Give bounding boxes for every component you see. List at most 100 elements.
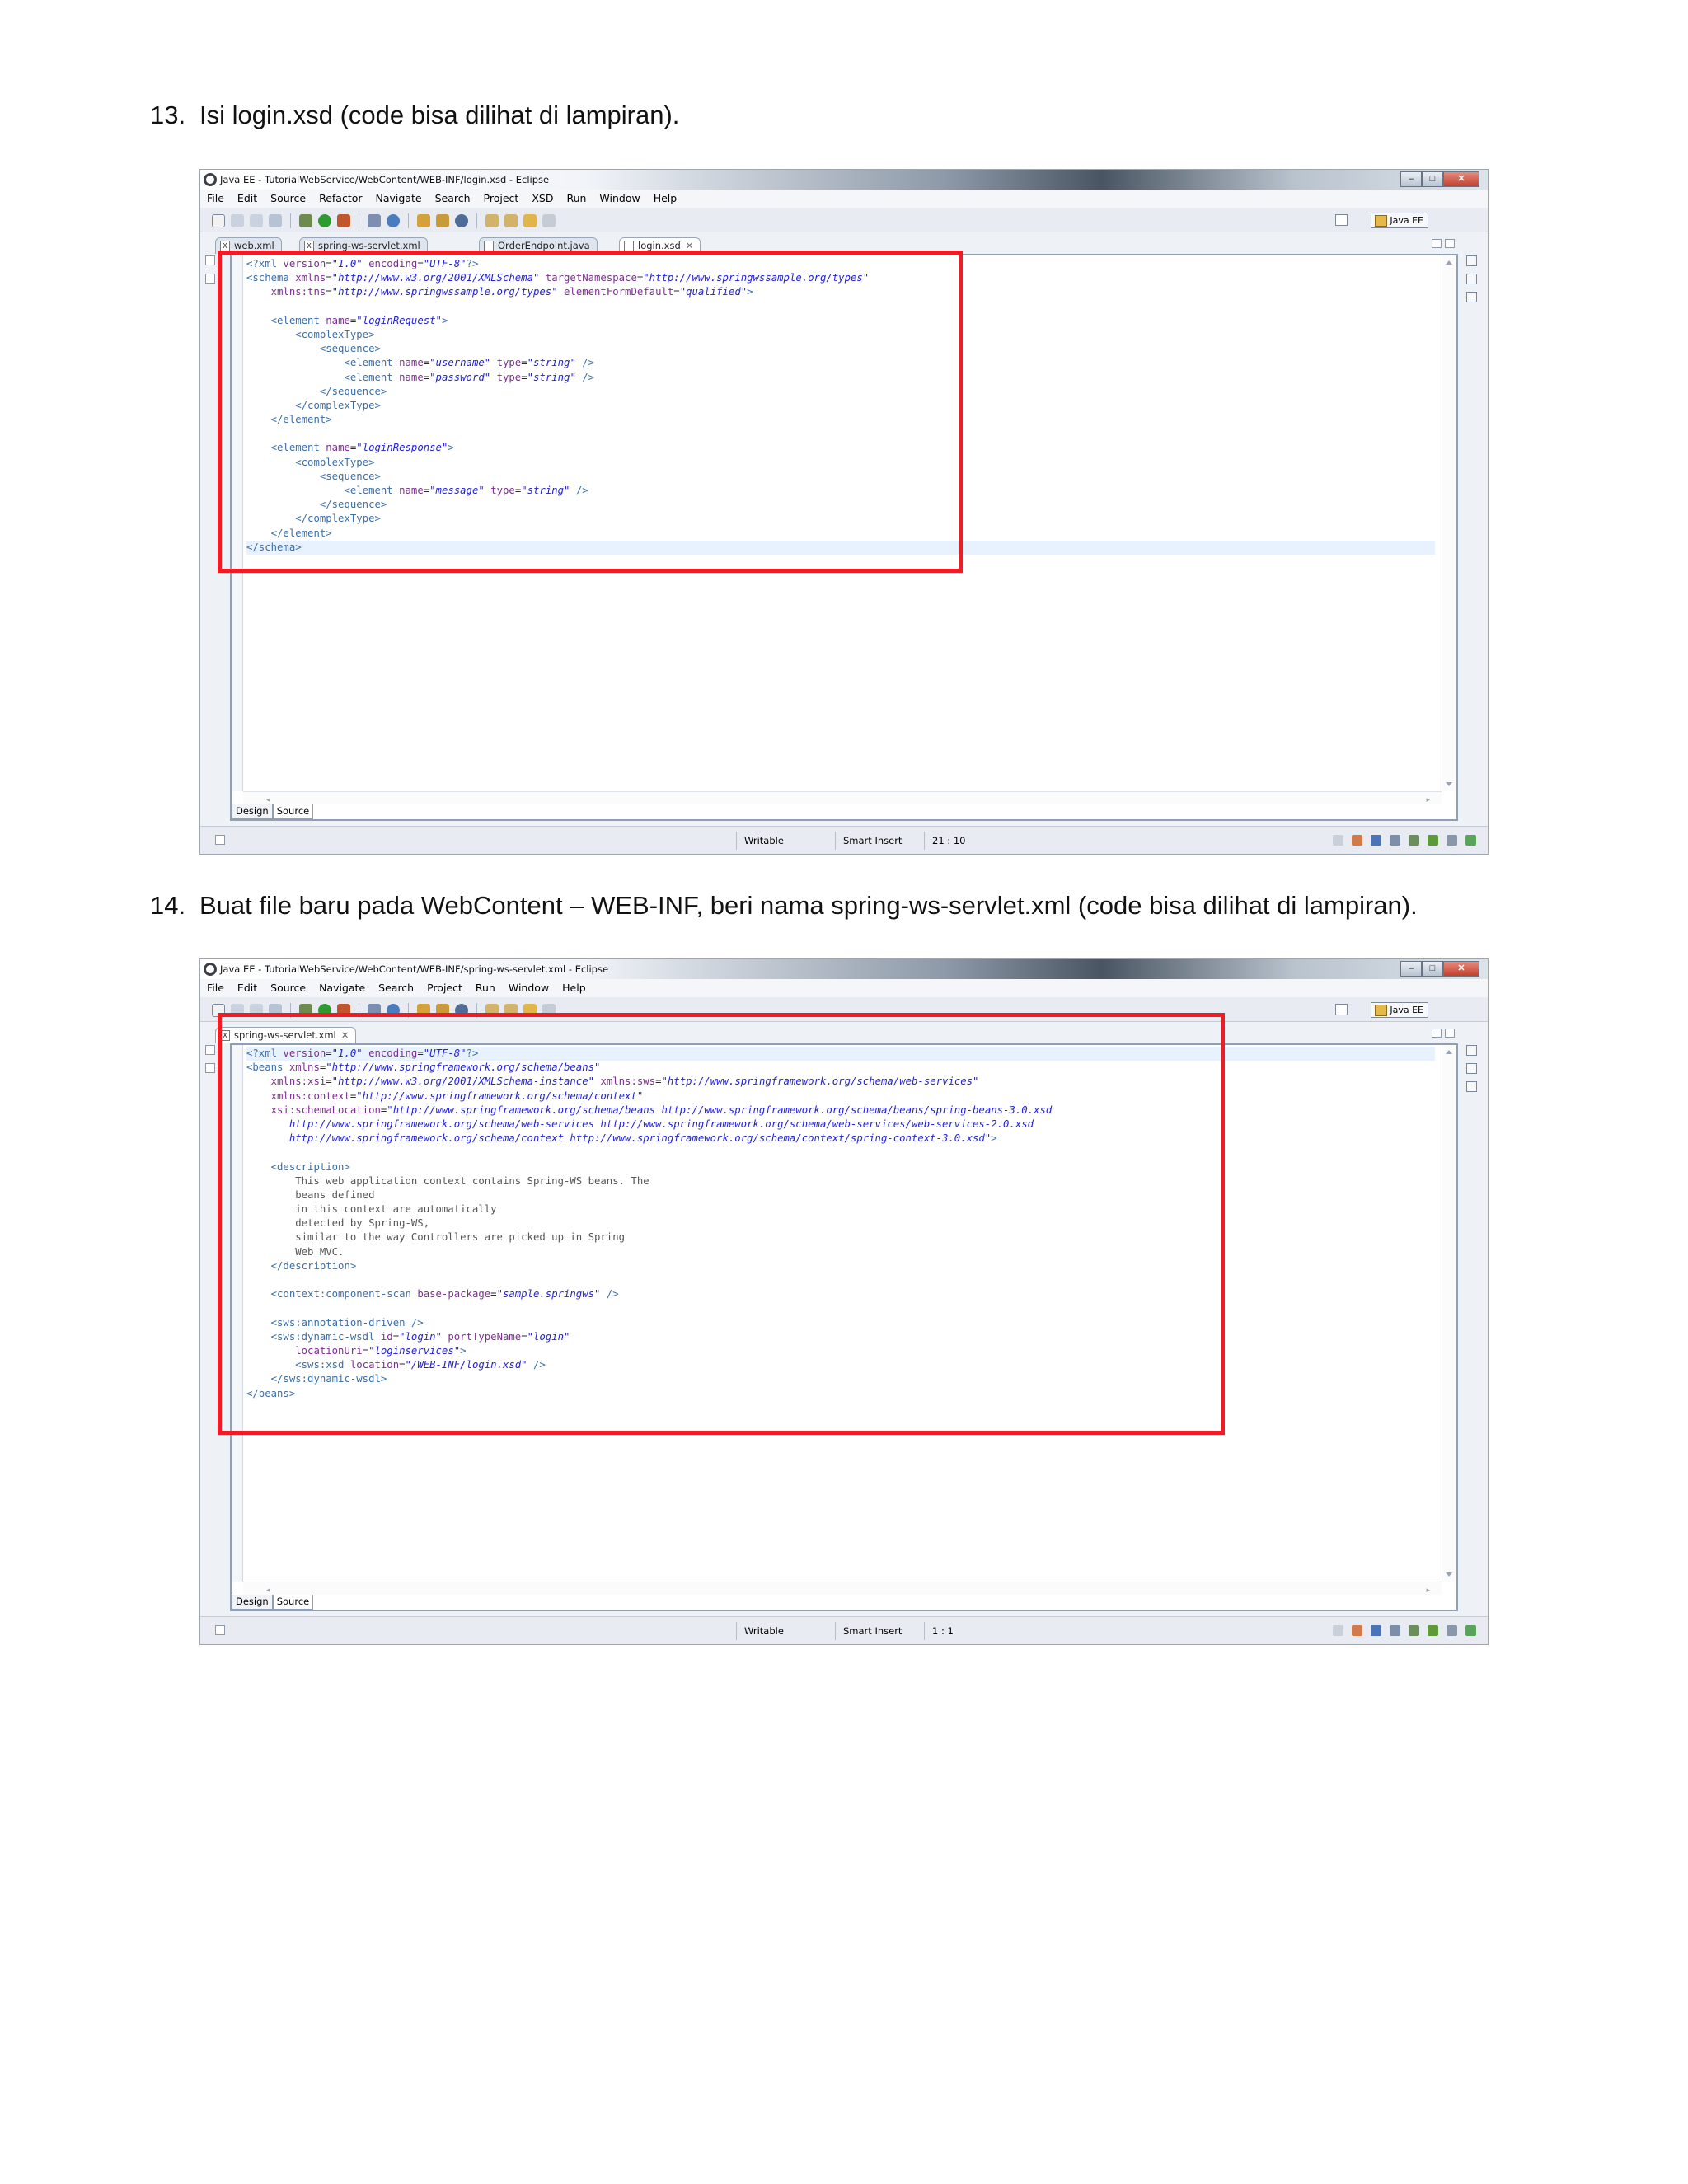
new-server-icon[interactable]	[368, 214, 381, 227]
task-list-icon[interactable]	[1352, 835, 1362, 846]
menu-navigate[interactable]: Navigate	[369, 190, 429, 208]
vertical-scrollbar[interactable]	[1442, 1045, 1456, 1582]
eclipse-logo-icon	[204, 173, 217, 186]
minimize-editor-icon[interactable]	[1432, 239, 1442, 248]
cursor-position: 1 : 1	[932, 1625, 954, 1637]
new-icon[interactable]	[212, 214, 225, 227]
next-annotation-icon[interactable]	[485, 214, 499, 227]
task-list-icon[interactable]	[1352, 1625, 1362, 1636]
window-title: Java EE - TutorialWebService/WebContent/…	[220, 963, 609, 975]
perspective-java-ee[interactable]: Java EE	[1371, 213, 1428, 228]
servers-icon[interactable]	[1409, 1625, 1419, 1636]
tab-source[interactable]: Source	[272, 804, 314, 819]
menu-file[interactable]: File	[200, 190, 231, 208]
console-icon[interactable]	[1390, 1625, 1400, 1636]
console-icon[interactable]	[1390, 835, 1400, 846]
minimize-button[interactable]: –	[1400, 171, 1422, 187]
open-perspective-icon[interactable]	[1335, 1004, 1348, 1015]
menu-source[interactable]: Source	[264, 190, 312, 208]
menu-navigate[interactable]: Navigate	[312, 979, 372, 997]
restore-icon[interactable]	[1333, 835, 1343, 846]
menu-run[interactable]: Run	[560, 190, 593, 208]
perspective-java-ee[interactable]: Java EE	[1371, 1002, 1428, 1018]
close-tab-icon[interactable]: ✕	[686, 240, 694, 251]
close-button[interactable]: ✕	[1443, 961, 1479, 977]
insert-mode-status: Smart Insert	[843, 1625, 903, 1637]
menu-project[interactable]: Project	[420, 979, 469, 997]
prev-annotation-icon[interactable]	[504, 214, 518, 227]
menu-run[interactable]: Run	[469, 979, 502, 997]
step-14-instruction: 14. Buat file baru pada WebContent – WEB-…	[150, 891, 1418, 921]
restore-view-icon[interactable]	[1466, 1045, 1477, 1056]
maximize-editor-icon[interactable]	[1445, 239, 1455, 248]
menu-project[interactable]: Project	[477, 190, 526, 208]
fast-view-icon[interactable]	[215, 1625, 225, 1635]
globe-icon[interactable]	[455, 214, 468, 227]
menu-edit[interactable]: Edit	[231, 190, 264, 208]
step-text: Buat file baru pada WebContent – WEB-INF…	[199, 891, 1418, 920]
menu-window[interactable]: Window	[593, 190, 646, 208]
properties-icon[interactable]	[1466, 1081, 1477, 1092]
package-explorer-icon[interactable]	[205, 1063, 215, 1073]
menu-search[interactable]: Search	[429, 190, 477, 208]
menu-file[interactable]: File	[200, 979, 231, 997]
servers-icon[interactable]	[1409, 835, 1419, 846]
menu-help[interactable]: Help	[556, 979, 593, 997]
outline-icon[interactable]	[1466, 274, 1477, 284]
minimize-editor-icon[interactable]	[1432, 1029, 1442, 1038]
debug-icon[interactable]	[299, 214, 312, 227]
print-icon[interactable]	[269, 214, 282, 227]
minimize-button[interactable]: –	[1400, 961, 1422, 977]
external-tools-icon[interactable]	[337, 214, 350, 227]
maximize-button[interactable]: □	[1422, 961, 1443, 977]
maximize-editor-icon[interactable]	[1445, 1029, 1455, 1038]
progress-icon[interactable]	[1465, 1625, 1476, 1636]
data-source-icon[interactable]	[1428, 835, 1438, 846]
close-button[interactable]: ✕	[1443, 171, 1479, 187]
menu-edit[interactable]: Edit	[231, 979, 264, 997]
title-bar: Java EE - TutorialWebService/WebContent/…	[200, 959, 1488, 979]
menu-source[interactable]: Source	[264, 979, 312, 997]
snippets-icon[interactable]	[1447, 1625, 1457, 1636]
search-icon[interactable]	[436, 214, 449, 227]
status-tray	[1333, 835, 1476, 846]
fast-view-icon[interactable]	[215, 835, 225, 845]
cursor-position: 21 : 10	[932, 835, 966, 846]
properties-icon[interactable]	[1466, 292, 1477, 302]
restore-view-icon[interactable]	[205, 1045, 215, 1055]
vertical-scrollbar[interactable]	[1442, 255, 1456, 791]
package-explorer-icon[interactable]	[205, 274, 215, 284]
progress-icon[interactable]	[1465, 835, 1476, 846]
open-type-icon[interactable]	[417, 214, 430, 227]
window-controls: – □ ✕	[1400, 961, 1479, 977]
step-number: 13.	[150, 101, 186, 129]
forward-icon[interactable]	[542, 214, 556, 227]
step-13-instruction: 13. Isi login.xsd (code bisa dilihat di l…	[150, 101, 679, 130]
save-icon[interactable]	[231, 214, 244, 227]
menu-window[interactable]: Window	[502, 979, 556, 997]
save-all-icon[interactable]	[250, 214, 263, 227]
snippets-icon[interactable]	[1447, 835, 1457, 846]
menu-refactor[interactable]: Refactor	[312, 190, 368, 208]
menu-xsd[interactable]: XSD	[525, 190, 560, 208]
menu-search[interactable]: Search	[372, 979, 420, 997]
back-icon[interactable]	[523, 214, 537, 227]
restore-view-icon[interactable]	[205, 255, 215, 265]
data-source-icon[interactable]	[1428, 1625, 1438, 1636]
tab-source[interactable]: Source	[272, 1595, 314, 1610]
restore-view-icon[interactable]	[1466, 255, 1477, 266]
new-class-icon[interactable]	[387, 214, 400, 227]
tab-design[interactable]: Design	[232, 1595, 273, 1610]
restore-icon[interactable]	[1333, 1625, 1343, 1636]
horizontal-scrollbar[interactable]: ◂ ▸	[243, 1582, 1442, 1595]
problems-icon[interactable]	[1371, 835, 1381, 846]
problems-icon[interactable]	[1371, 1625, 1381, 1636]
maximize-button[interactable]: □	[1422, 171, 1443, 187]
tab-label: web.xml	[234, 240, 274, 251]
outline-icon[interactable]	[1466, 1063, 1477, 1074]
open-perspective-icon[interactable]	[1335, 214, 1348, 226]
run-icon[interactable]	[318, 214, 331, 227]
tab-design[interactable]: Design	[232, 804, 273, 819]
menu-help[interactable]: Help	[647, 190, 684, 208]
horizontal-scrollbar[interactable]: ◂ ▸	[243, 791, 1442, 804]
